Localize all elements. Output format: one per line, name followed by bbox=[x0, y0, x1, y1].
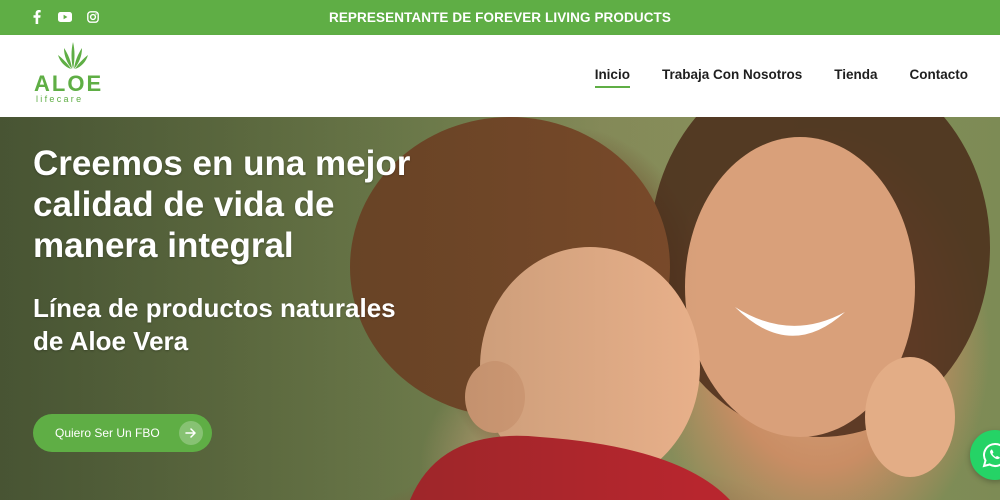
site-logo[interactable]: ALOE lifecare bbox=[34, 42, 114, 104]
arrow-right-icon bbox=[179, 421, 203, 445]
logo-wordmark: ALOE bbox=[34, 71, 104, 96]
hero-section: Creemos en una mejor calidad de vida de … bbox=[0, 117, 1000, 500]
nav-item-inicio[interactable]: Inicio bbox=[594, 67, 631, 88]
cta-quiero-ser-fbo-button[interactable]: Quiero Ser Un FBO bbox=[33, 414, 212, 452]
main-nav: Inicio Trabaja Con Nosotros Tienda Conta… bbox=[594, 67, 969, 88]
nav-item-tienda[interactable]: Tienda bbox=[834, 67, 877, 86]
top-bar-tagline: REPRESENTANTE DE FOREVER LIVING PRODUCTS bbox=[328, 10, 672, 25]
nav-item-contacto[interactable]: Contacto bbox=[910, 67, 969, 86]
cta-label: Quiero Ser Un FBO bbox=[55, 426, 160, 440]
aloe-leaf-icon bbox=[58, 42, 88, 69]
site-header: ALOE lifecare Inicio Trabaja Con Nosotro… bbox=[0, 35, 1000, 117]
top-bar: REPRESENTANTE DE FOREVER LIVING PRODUCTS bbox=[0, 0, 1000, 35]
hero-subheadline: Línea de productos naturales de Aloe Ver… bbox=[33, 293, 396, 356]
logo-subtitle: lifecare bbox=[36, 94, 84, 104]
nav-item-trabaja-con-nosotros[interactable]: Trabaja Con Nosotros bbox=[662, 67, 802, 86]
hero-headline: Creemos en una mejor calidad de vida de … bbox=[33, 144, 411, 265]
